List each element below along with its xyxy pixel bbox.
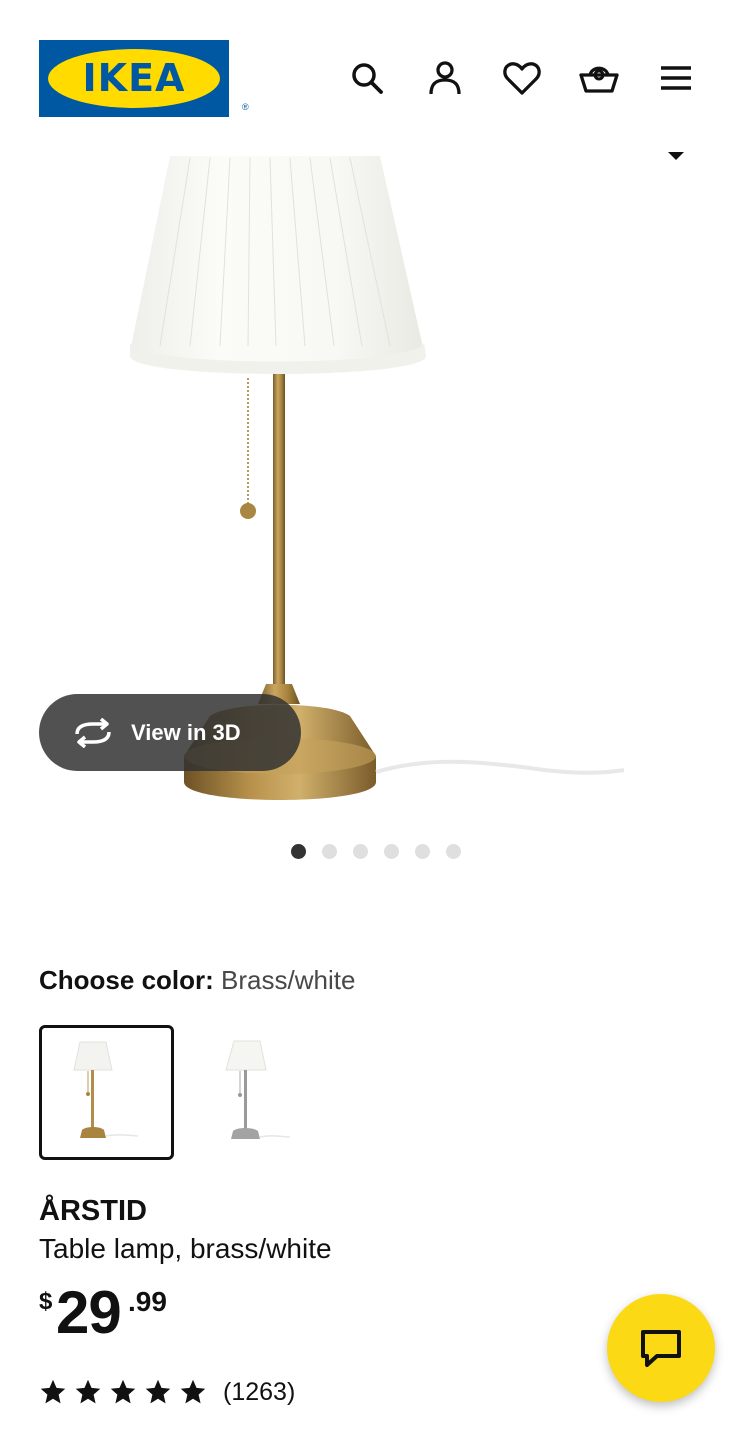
site-header: IKEA ® (0, 0, 754, 156)
price-integer: 29 (56, 1279, 122, 1346)
product-name: ÅRSTID (39, 1195, 147, 1227)
rotate-3d-icon (75, 718, 111, 748)
chevron-down-icon[interactable] (664, 152, 688, 164)
logo-registered-mark: ® (242, 102, 249, 112)
heart-icon[interactable] (502, 58, 542, 98)
view-in-3d-button[interactable]: View in 3D (39, 694, 301, 771)
chat-icon (641, 1330, 681, 1367)
gallery-dot[interactable] (353, 844, 368, 859)
menu-icon[interactable] (656, 58, 696, 98)
swatch-lamp-nickel-image (225, 1040, 291, 1139)
star-icon (180, 1379, 206, 1404)
gallery-dot[interactable] (291, 844, 306, 859)
gallery-dot[interactable] (446, 844, 461, 859)
star-icon (145, 1379, 171, 1404)
chat-button[interactable] (607, 1294, 715, 1402)
color-swatch-brass-white[interactable] (39, 1025, 174, 1160)
color-chooser-label: Choose color: Brass/white (39, 962, 355, 998)
gallery-dot[interactable] (322, 844, 337, 859)
price-decimal: .99 (128, 1286, 167, 1317)
logo-text: IKEA (82, 56, 186, 100)
color-swatch-nickel-white[interactable] (178, 1025, 313, 1160)
ikea-logo[interactable]: IKEA ® (39, 40, 249, 117)
rating-count: (1263) (223, 1378, 296, 1406)
selected-color-value: Brass/white (221, 965, 356, 995)
swatch-lamp-brass-image (73, 1041, 139, 1138)
star-icon (110, 1379, 136, 1404)
price-currency: $ (39, 1288, 53, 1315)
gallery-dot[interactable] (384, 844, 399, 859)
product-description: Table lamp, brass/white (39, 1233, 332, 1264)
product-image-gallery[interactable]: View in 3D (0, 152, 754, 856)
star-icon (40, 1379, 66, 1404)
view-in-3d-label: View in 3D (131, 720, 241, 745)
star-icon (75, 1379, 101, 1404)
search-icon[interactable] (347, 58, 387, 98)
choose-color-label: Choose color: (39, 965, 214, 995)
cart-icon[interactable] (579, 58, 619, 98)
gallery-dot[interactable] (415, 844, 430, 859)
profile-icon[interactable] (425, 58, 465, 98)
